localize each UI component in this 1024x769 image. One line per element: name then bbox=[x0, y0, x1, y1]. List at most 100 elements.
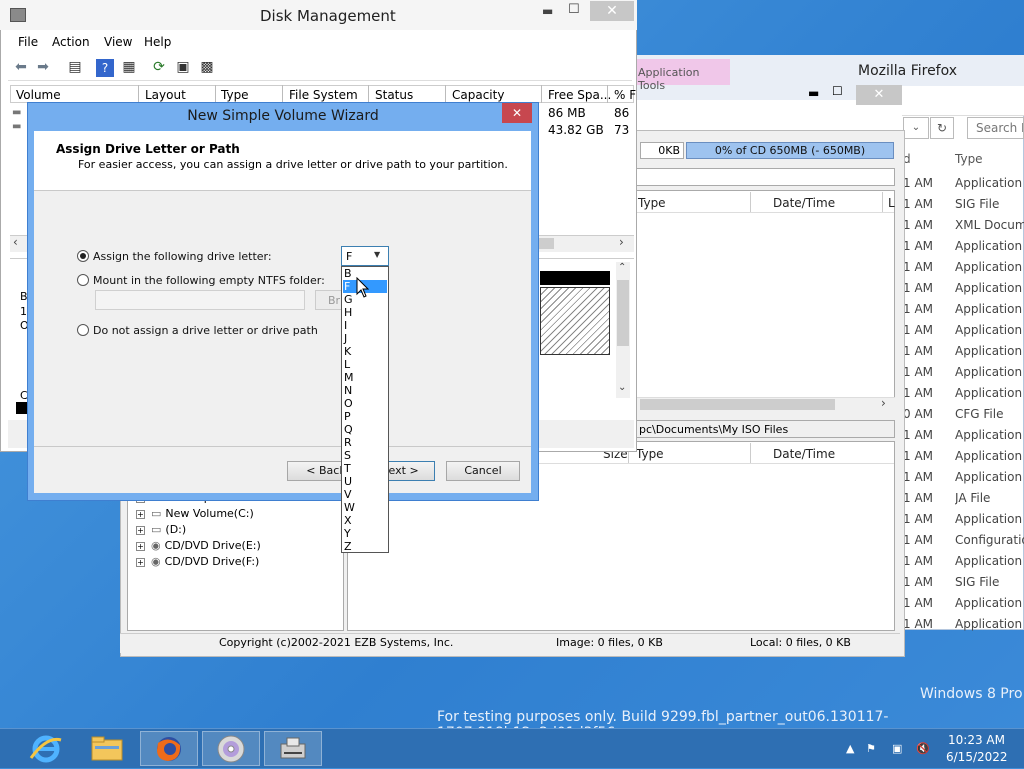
clock-time[interactable]: 10:23 AM bbox=[948, 733, 1005, 747]
chevron-up-icon[interactable]: ⌃ bbox=[618, 262, 626, 273]
no-letter-label[interactable]: Do not assign a drive letter or drive pa… bbox=[93, 324, 318, 337]
chevron-left-icon[interactable]: ‹ bbox=[13, 235, 18, 249]
drive-letter-option-u[interactable]: U bbox=[343, 475, 387, 488]
drive-letter-option-x[interactable]: X bbox=[343, 514, 387, 527]
rescan-icon[interactable]: ▣ bbox=[174, 59, 192, 77]
list-item-type[interactable]: Application e bbox=[955, 260, 1024, 274]
drive-letter-option-n[interactable]: N bbox=[343, 384, 387, 397]
search-input[interactable]: Search M bbox=[967, 117, 1024, 139]
refresh-icon[interactable]: ↻ bbox=[930, 117, 954, 139]
column-divider[interactable] bbox=[445, 85, 446, 103]
settings-icon[interactable]: ▩ bbox=[198, 59, 216, 77]
col-header-type[interactable]: Type bbox=[638, 196, 666, 210]
chevron-down-icon[interactable]: ▼ bbox=[374, 250, 380, 259]
column-divider[interactable] bbox=[138, 85, 139, 103]
column-divider[interactable] bbox=[368, 85, 369, 103]
network-icon[interactable]: ▣ bbox=[892, 742, 902, 755]
drive-letter-option-y[interactable]: Y bbox=[343, 527, 387, 540]
clock-date[interactable]: 6/15/2022 bbox=[946, 750, 1008, 764]
col-header-l[interactable]: L bbox=[888, 196, 895, 210]
list-item-type[interactable]: Application e bbox=[955, 449, 1024, 463]
list-item-type[interactable]: Application e bbox=[955, 365, 1024, 379]
drive-letter-option-k[interactable]: K bbox=[343, 345, 387, 358]
column-divider[interactable] bbox=[541, 85, 542, 103]
list-item-type[interactable]: Application e bbox=[955, 302, 1024, 316]
drive-letter-option-s[interactable]: S bbox=[343, 449, 387, 462]
app-tools-tab[interactable]: Application Tools bbox=[630, 59, 730, 92]
firefox-button[interactable] bbox=[140, 731, 198, 766]
col-header-type[interactable]: Type bbox=[636, 447, 664, 461]
close-icon[interactable]: ✕ bbox=[856, 85, 902, 105]
help-icon[interactable]: ? bbox=[96, 59, 114, 77]
list-item-type[interactable]: Application e bbox=[955, 239, 1024, 253]
col-header-capacity[interactable]: Capacity bbox=[452, 88, 504, 102]
col-header-volume[interactable]: Volume bbox=[16, 88, 61, 102]
disk-tool-button[interactable] bbox=[264, 731, 322, 766]
forward-arrow-icon[interactable]: ➡ bbox=[34, 59, 52, 77]
drive-letter-option-r[interactable]: R bbox=[343, 436, 387, 449]
chevron-down-icon[interactable]: ⌄ bbox=[618, 382, 626, 393]
properties-icon[interactable]: ▦ bbox=[120, 59, 138, 77]
scrollbar-thumb[interactable] bbox=[538, 238, 554, 249]
list-item-type[interactable]: Configuration bbox=[955, 533, 1024, 547]
list-item-type[interactable]: Application bbox=[955, 554, 1024, 568]
col-header-type[interactable]: Type bbox=[955, 152, 983, 166]
iso-local-path[interactable]: pc\Documents\My ISO Files bbox=[636, 420, 895, 438]
assign-letter-label[interactable]: Assign the following drive letter: bbox=[93, 250, 272, 263]
drive-letter-option-v[interactable]: V bbox=[343, 488, 387, 501]
radio-assign-letter[interactable] bbox=[77, 250, 89, 262]
tree-item[interactable]: + ▭ (D:) bbox=[136, 523, 186, 536]
col-header-percent-free[interactable]: % F bbox=[614, 88, 636, 102]
tree-item[interactable]: + ◉ CD/DVD Drive(F:) bbox=[136, 555, 259, 568]
menu-action[interactable]: Action bbox=[52, 35, 90, 49]
close-icon[interactable]: ✕ bbox=[590, 1, 634, 21]
show-hidden-icons-icon[interactable]: ▲ bbox=[846, 742, 854, 755]
list-item-type[interactable]: Application e bbox=[955, 470, 1024, 484]
drive-letter-option-o[interactable]: O bbox=[343, 397, 387, 410]
col-header-datetime[interactable]: Date/Time bbox=[773, 447, 835, 461]
tree-item[interactable]: + ◉ CD/DVD Drive(E:) bbox=[136, 539, 261, 552]
column-divider[interactable] bbox=[607, 85, 608, 103]
tree-item[interactable]: + ▭ New Volume(C:) bbox=[136, 507, 254, 520]
expand-icon[interactable]: + bbox=[136, 526, 145, 535]
list-item-type[interactable]: SIG File bbox=[955, 197, 1024, 211]
menu-help[interactable]: Help bbox=[144, 35, 171, 49]
list-item-type[interactable]: Application e bbox=[955, 512, 1024, 526]
unallocated-partition[interactable] bbox=[540, 287, 610, 355]
col-header-status[interactable]: Status bbox=[375, 88, 413, 102]
list-item-type[interactable]: Application bbox=[955, 596, 1024, 610]
drive-letter-option-h[interactable]: H bbox=[343, 306, 387, 319]
radio-mount-folder[interactable] bbox=[77, 274, 89, 286]
list-item-type[interactable]: SIG File bbox=[955, 575, 1024, 589]
drive-letter-option-z[interactable]: Z bbox=[343, 540, 387, 553]
list-item-type[interactable]: Application e bbox=[955, 386, 1024, 400]
ntfs-folder-input[interactable] bbox=[95, 290, 305, 310]
back-arrow-icon[interactable]: ⬅ bbox=[12, 59, 30, 77]
drive-letter-option-m[interactable]: M bbox=[343, 371, 387, 384]
scrollbar-thumb[interactable] bbox=[617, 280, 629, 346]
chevron-right-icon[interactable]: › bbox=[619, 235, 624, 249]
expand-icon[interactable]: + bbox=[136, 510, 145, 519]
col-header-free-space[interactable]: Free Spa... bbox=[548, 88, 611, 102]
file-explorer-button[interactable] bbox=[78, 731, 136, 766]
list-item-type[interactable]: Application e bbox=[955, 428, 1024, 442]
drive-letter-option-j[interactable]: J bbox=[343, 332, 387, 345]
close-icon[interactable]: ✕ bbox=[502, 103, 532, 123]
drive-letter-option-w[interactable]: W bbox=[343, 501, 387, 514]
minimize-icon[interactable]: ▬ bbox=[808, 86, 819, 100]
col-header-type[interactable]: Type bbox=[221, 88, 249, 102]
col-header-datetime[interactable]: Date/Time bbox=[773, 196, 835, 210]
drive-letter-option-p[interactable]: P bbox=[343, 410, 387, 423]
disc-burner-button[interactable] bbox=[202, 731, 260, 766]
list-item-type[interactable]: XML Docume bbox=[955, 218, 1024, 232]
column-divider[interactable] bbox=[282, 85, 283, 103]
list-item-type[interactable]: Application e bbox=[955, 344, 1024, 358]
chevron-down-icon[interactable]: ⌄ bbox=[903, 117, 929, 139]
maximize-icon[interactable]: ☐ bbox=[568, 2, 580, 17]
list-item-type[interactable]: Application e bbox=[955, 617, 1024, 631]
volume-muted-icon[interactable]: 🔇 bbox=[916, 742, 930, 755]
chevron-right-icon[interactable]: › bbox=[881, 396, 886, 410]
col-header-layout[interactable]: Layout bbox=[145, 88, 186, 102]
internet-explorer-button[interactable] bbox=[16, 731, 74, 766]
mount-folder-label[interactable]: Mount in the following empty NTFS folder… bbox=[93, 274, 325, 287]
